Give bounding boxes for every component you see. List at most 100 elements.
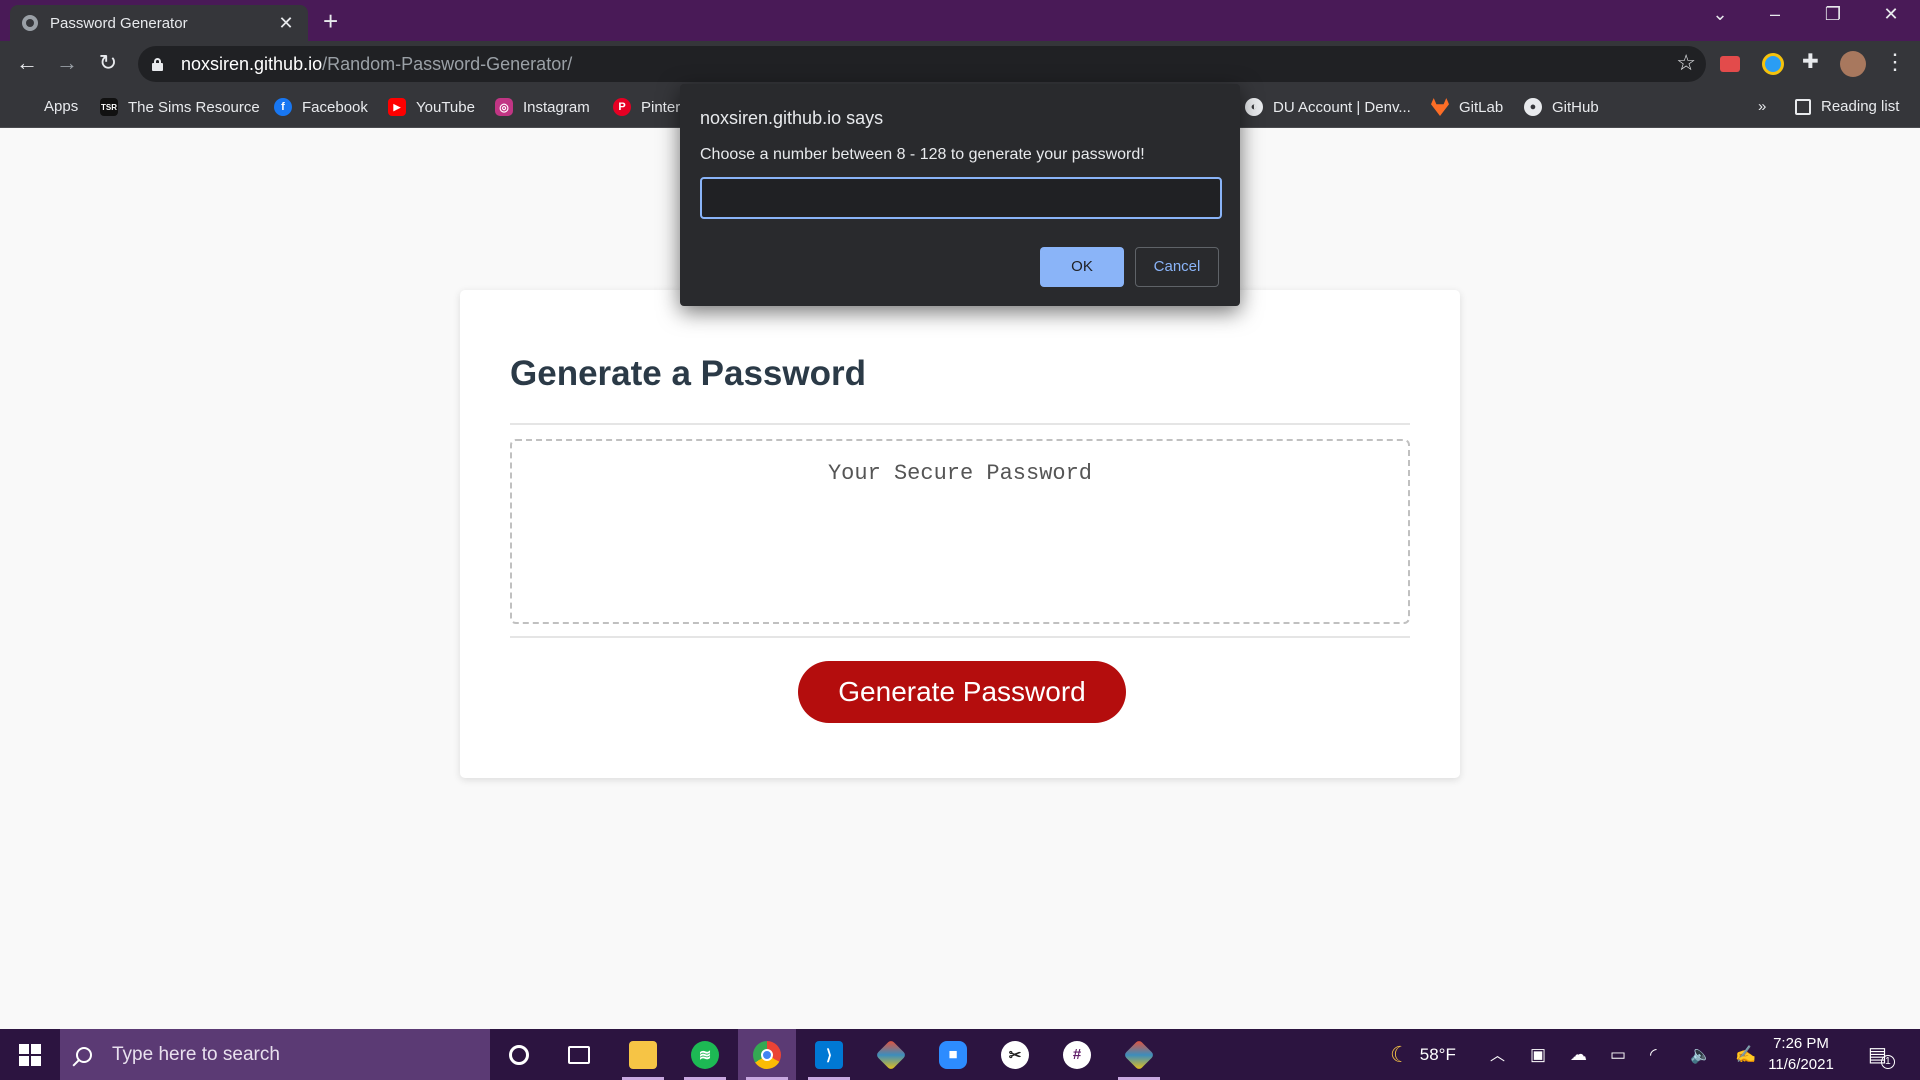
snipping-tool-button[interactable]: ✂ (986, 1029, 1044, 1080)
vscode-button[interactable]: ⟩ (800, 1029, 858, 1080)
reading-list-icon (1795, 98, 1811, 115)
globe-icon: ◐ (1245, 98, 1263, 116)
bookmark-gitlab[interactable]: GitLab (1431, 98, 1503, 116)
password-card: Generate a Password Your Secure Password… (460, 290, 1460, 778)
show-hidden-icons-button[interactable]: ︿ (1490, 1029, 1505, 1080)
weather-temp: 58°F (1419, 1044, 1456, 1064)
footer-divider (510, 636, 1410, 638)
apps-grid-icon (18, 99, 34, 115)
generate-password-button[interactable]: Generate Password (798, 661, 1126, 723)
task-view-button[interactable] (550, 1029, 608, 1080)
gitkraken-button[interactable] (862, 1029, 920, 1080)
bookmark-label: Apps (44, 98, 79, 115)
bookmark-label: DU Account | Denv... (1273, 98, 1411, 116)
folder-icon (629, 1040, 657, 1069)
wifi-icon[interactable]: ◜ (1650, 1029, 1657, 1080)
bookmark-label: Instagram (523, 98, 590, 116)
reading-list-button[interactable]: Reading list (1795, 98, 1899, 115)
notifications-button[interactable]: ▤ 1 (1868, 1029, 1895, 1080)
meet-now-icon[interactable]: ▣ (1530, 1029, 1546, 1080)
youtube-icon: ▶ (388, 98, 406, 116)
lock-icon[interactable] (152, 57, 163, 71)
notification-badge: 1 (1880, 1054, 1895, 1069)
battery-icon[interactable]: ▭ (1610, 1029, 1626, 1080)
pinterest-icon: P (613, 98, 631, 116)
bookmark-apps[interactable]: Apps (18, 98, 78, 115)
file-explorer-button[interactable] (614, 1029, 672, 1080)
bookmarks-overflow-button[interactable]: » (1758, 98, 1766, 115)
globe-icon (22, 15, 38, 31)
back-button[interactable]: ← (12, 50, 42, 76)
pen-icon[interactable]: ✍ (1735, 1029, 1756, 1080)
bookmark-github[interactable]: ● GitHub (1524, 98, 1599, 116)
clock-time: 7:26 PM (1773, 1035, 1829, 1052)
close-tab-icon[interactable]: ✕ (276, 13, 296, 34)
bookmark-label: GitLab (1459, 98, 1504, 116)
prompt-dialog: noxsiren.github.io says Choose a number … (680, 84, 1240, 306)
bookmark-sims-resource[interactable]: TSR The Sims Resource (100, 98, 260, 116)
bookmark-youtube[interactable]: ▶ YouTube (388, 98, 475, 116)
cortana-button[interactable] (490, 1029, 548, 1080)
volume-icon[interactable]: 🔈 (1690, 1029, 1711, 1080)
gitlab-icon (1431, 98, 1449, 116)
vpn-extension-icon[interactable] (1762, 53, 1784, 75)
extensions-puzzle-icon[interactable]: ✚ (1802, 49, 1824, 73)
bookmark-label: Facebook (302, 98, 368, 116)
chrome-icon (753, 1040, 781, 1069)
password-placeholder: Your Secure Password (827, 461, 1093, 486)
browser-toolbar: ← → ↻ noxsiren.github.io/Random-Password… (0, 41, 1920, 89)
minimize-button[interactable]: – (1755, 4, 1795, 25)
vscode-icon: ⟩ (815, 1040, 843, 1069)
forward-button[interactable]: → (52, 50, 82, 76)
bookmark-du-account[interactable]: ◐ DU Account | Denv... (1245, 98, 1411, 116)
clock-date: 11/6/2021 (1768, 1056, 1834, 1073)
dialog-message: Choose a number between 8 - 128 to gener… (700, 146, 1145, 163)
restore-button[interactable]: ❐ (1813, 4, 1853, 25)
tab-search-icon[interactable]: ⌄ (1700, 4, 1740, 25)
reading-list-label: Reading list (1821, 98, 1900, 115)
snip-icon: ✂ (1001, 1040, 1029, 1069)
git-bash-button[interactable] (1110, 1029, 1168, 1080)
onedrive-cloud-icon[interactable]: ☁ (1570, 1029, 1587, 1080)
profile-avatar[interactable] (1840, 51, 1866, 77)
header-divider (510, 423, 1410, 425)
close-window-button[interactable]: ✕ (1871, 4, 1911, 25)
tab-title: Password Generator (50, 14, 188, 32)
password-output[interactable]: Your Secure Password (510, 439, 1410, 624)
taskbar-search[interactable]: Type here to search (60, 1029, 490, 1080)
start-button[interactable] (0, 1029, 60, 1080)
ok-button[interactable]: OK (1040, 247, 1124, 287)
dialog-title: noxsiren.github.io says (700, 108, 884, 128)
clock[interactable]: 7:26 PM 11/6/2021 (1756, 1033, 1846, 1075)
bookmark-label: The Sims Resource (128, 98, 260, 116)
bookmark-instagram[interactable]: ◎ Instagram (495, 98, 590, 116)
bookmark-pinterest[interactable]: P Pinter (613, 98, 680, 116)
chrome-button[interactable] (738, 1029, 796, 1080)
spotify-button[interactable]: ≋ (676, 1029, 734, 1080)
slack-button[interactable]: # (1048, 1029, 1106, 1080)
github-icon: ● (1524, 98, 1542, 116)
new-tab-button[interactable]: + (323, 6, 338, 37)
bookmark-facebook[interactable]: f Facebook (274, 98, 368, 116)
facebook-icon: f (274, 98, 292, 116)
git-diamond-icon (875, 1038, 907, 1071)
password-length-input[interactable] (700, 177, 1222, 219)
reload-button[interactable]: ↻ (93, 50, 123, 76)
instagram-icon: ◎ (495, 98, 513, 116)
bookmark-star-icon[interactable]: ☆ (1676, 50, 1696, 76)
screencast-extension-icon[interactable] (1720, 56, 1740, 72)
weather-widget[interactable]: ☾ 58°F (1390, 1029, 1456, 1080)
cancel-button[interactable]: Cancel (1135, 247, 1219, 287)
url-host: noxsiren.github.io (181, 53, 323, 74)
git-diamond-icon (1123, 1038, 1155, 1071)
browser-menu-icon[interactable]: ⋮ (1880, 49, 1910, 75)
bookmark-label: GitHub (1552, 98, 1599, 116)
tsr-icon: TSR (100, 98, 118, 116)
address-bar[interactable]: noxsiren.github.io/Random-Password-Gener… (138, 46, 1706, 82)
page-title: Generate a Password (510, 354, 866, 393)
bookmark-label: YouTube (416, 98, 475, 116)
tab-password-generator[interactable]: Password Generator ✕ (10, 5, 308, 41)
spotify-icon: ≋ (691, 1040, 719, 1069)
zoom-camera-icon: ■ (939, 1040, 967, 1069)
zoom-button[interactable]: ■ (924, 1029, 982, 1080)
